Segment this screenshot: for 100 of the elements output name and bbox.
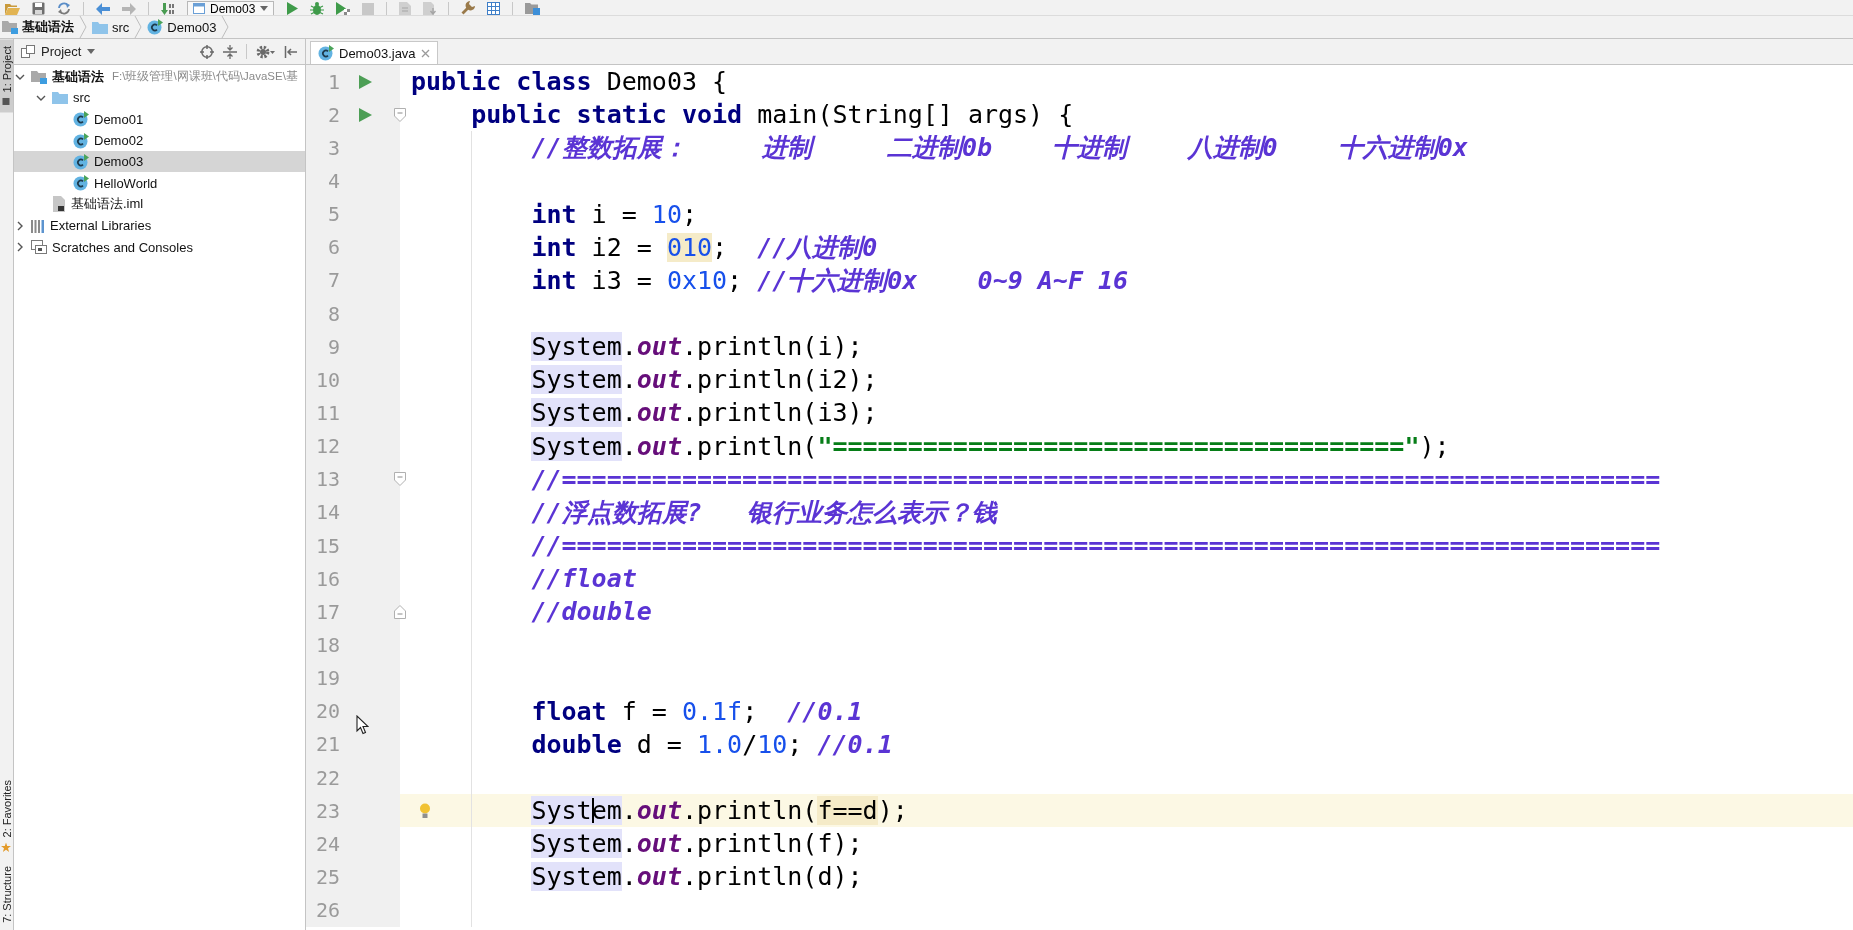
code-line: int i2 = 010; //八进制0 — [531, 231, 878, 264]
code-line: System.out.println("======================================"); — [531, 431, 1450, 461]
code-line: //float — [531, 564, 637, 594]
breadcrumb-item[interactable]: src — [92, 19, 130, 35]
folder-box-icon[interactable] — [525, 2, 541, 15]
code-line: System.out.println(i); — [531, 332, 863, 362]
line-number: 4 — [327, 169, 340, 193]
file-icon — [52, 196, 66, 213]
chevron-icon[interactable] — [15, 242, 25, 252]
line-number: 2 — [327, 102, 340, 127]
breadcrumb-item[interactable]: Demo03 — [147, 19, 217, 35]
code-line: System.out.println(d); — [531, 862, 863, 892]
hide-icon[interactable] — [284, 44, 298, 59]
debug-icon[interactable] — [310, 2, 325, 15]
class-icon — [73, 132, 89, 149]
line-number: 10 — [315, 367, 340, 392]
code-line: System.out.println(f); — [531, 829, 863, 859]
line-number: 19 — [315, 666, 340, 691]
code-line: System.out.println(i2); — [531, 365, 878, 395]
tree-item[interactable]: Demo02 — [14, 129, 305, 152]
collapse-all-icon[interactable] — [223, 44, 237, 59]
sync-icon[interactable] — [57, 2, 71, 15]
chevron-icon[interactable] — [15, 220, 25, 231]
project-view-dropdown[interactable]: Project — [21, 44, 96, 59]
tree-item[interactable]: Demo01 — [14, 108, 305, 130]
line-number: 18 — [315, 632, 340, 657]
panel-icon — [21, 45, 35, 58]
code-line: System.out.println(i3); — [531, 398, 878, 428]
run-config-dropdown[interactable]: Demo03 — [187, 1, 275, 15]
tree-item[interactable]: 基础语法.iml — [14, 193, 305, 216]
line-number: 15 — [315, 533, 340, 558]
line-number: 16 — [315, 566, 340, 591]
code-line: float f = 0.1f; //0.1 — [531, 696, 863, 726]
fold-marker-icon[interactable] — [394, 107, 406, 122]
code-line: //========================================================================= — [531, 464, 1661, 494]
module-path: F:\班级管理\网课班\代码\JavaSE\基 — [112, 69, 298, 85]
forward-arrow-icon[interactable] — [122, 3, 136, 15]
grid-icon[interactable] — [487, 2, 501, 15]
coverage-icon[interactable] — [336, 2, 351, 15]
code-line: int i = 10; — [531, 199, 697, 229]
code-line: public static void main(String[] args) { — [471, 100, 1074, 130]
line-number: 3 — [327, 135, 340, 160]
close-icon[interactable] — [420, 48, 430, 58]
build-icon[interactable] — [161, 3, 175, 15]
tool-window-tab[interactable]: 1: Project — [0, 39, 13, 113]
line-number: 23 — [315, 798, 340, 823]
caret-icon[interactable] — [87, 49, 96, 54]
class-icon — [73, 153, 89, 170]
code-line: public class Demo03 { — [411, 67, 728, 97]
square-icon — [2, 97, 11, 106]
console-icon — [31, 240, 47, 254]
line-number: 26 — [315, 898, 340, 923]
save-icon[interactable] — [32, 2, 45, 15]
line-number: 12 — [315, 434, 340, 459]
library-icon — [31, 218, 45, 233]
code-line: int i3 = 0x10; //十六进制0x 0~9 A~F 16 — [531, 264, 1129, 297]
fold-marker-icon[interactable] — [394, 604, 406, 619]
line-number: 5 — [327, 202, 340, 227]
code-line: //整数拓展： 进制 二进制0b 十进制 八进制0 十六进制0x — [531, 132, 1468, 165]
class-icon — [73, 111, 89, 128]
line-number: 11 — [315, 400, 340, 425]
document-arrow-icon[interactable] — [423, 2, 437, 15]
line-number: 14 — [315, 500, 340, 525]
breadcrumb-item[interactable]: 基础语法 — [2, 18, 74, 36]
fold-marker-icon[interactable] — [394, 472, 406, 487]
lightbulb-icon[interactable] — [419, 802, 431, 819]
line-number: 13 — [315, 467, 340, 492]
tree-item[interactable]: Demo03 — [14, 151, 305, 173]
line-number: 7 — [327, 268, 340, 293]
open-folder-icon[interactable] — [5, 3, 20, 15]
tree-item[interactable]: Scratches and Consoles — [14, 236, 305, 258]
line-number: 9 — [327, 334, 340, 359]
line-number: 21 — [315, 732, 340, 757]
back-arrow-icon[interactable] — [96, 3, 110, 15]
run-icon[interactable] — [358, 73, 372, 90]
line-number: 22 — [315, 765, 340, 790]
line-number: 17 — [315, 599, 340, 624]
line-number: 8 — [327, 301, 340, 326]
code-line: System.out.println(f==d); — [531, 796, 908, 826]
tree-item[interactable]: External Libraries — [14, 215, 305, 237]
file-tab[interactable]: Demo03.java — [310, 41, 438, 64]
settings-icon[interactable] — [256, 44, 275, 59]
tool-window-tab[interactable]: 7: Structure — [0, 859, 13, 930]
tree-item[interactable]: src — [14, 87, 305, 109]
run-icon[interactable] — [358, 106, 372, 123]
wrench-icon[interactable] — [461, 1, 476, 15]
run-icon[interactable] — [286, 2, 299, 15]
code-line: //double — [531, 597, 652, 627]
code-line: //========================================================================= — [531, 531, 1661, 561]
star-icon — [1, 842, 12, 853]
caret-icon[interactable] — [260, 6, 269, 11]
mouse-pointer-icon — [356, 715, 369, 735]
folder-icon — [52, 91, 68, 105]
line-number: 6 — [327, 235, 340, 260]
crosshair-icon[interactable] — [200, 44, 214, 59]
tree-item[interactable]: HelloWorld — [14, 172, 305, 194]
tree-item[interactable]: 基础语法 F:\班级管理\网课班\代码\JavaSE\基 — [14, 66, 305, 88]
line-number: 25 — [315, 864, 340, 889]
tool-window-tab[interactable]: 2: Favorites — [0, 772, 13, 860]
module-folder-icon — [2, 20, 18, 34]
